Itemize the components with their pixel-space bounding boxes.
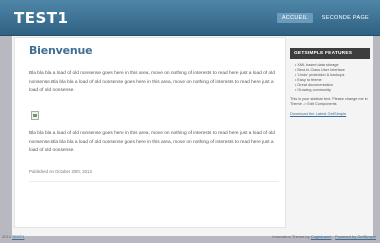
content-paragraph: Bla bla bla a load of old nonsense goes … <box>29 131 275 153</box>
footer-copyright: 2014 TEST1 <box>2 234 24 239</box>
cagintranet-link[interactable]: Cagintranet <box>311 234 332 239</box>
feature-list: XML based data storage Best-in-Class Use… <box>295 63 370 93</box>
site-title[interactable]: TEST1 <box>14 9 68 27</box>
divider <box>29 181 279 182</box>
site-header: TEST1 Accueil Seconde Page <box>0 0 380 36</box>
nav-item-accueil[interactable]: Accueil <box>276 13 313 23</box>
getsimple-link[interactable]: Powered by GetSimple <box>335 234 376 239</box>
main-content: Bienvenue Bla bla bla a load of old nons… <box>14 37 286 228</box>
sidebar-heading: GetSimple Features <box>290 48 370 59</box>
broken-image-icon <box>31 111 39 120</box>
list-item: Growing community <box>295 88 370 93</box>
credits-prefix: Innovation Theme by <box>272 234 310 239</box>
footer-credits: Innovation Theme by Cagintranet · Powere… <box>272 234 376 239</box>
published-date: Published on October 20th, 2013 <box>29 169 92 174</box>
page-wrapper: Bienvenue Bla bla bla a load of old nons… <box>12 36 373 236</box>
sidebar: GetSimple Features XML based data storag… <box>290 48 370 116</box>
nav-item-seconde-page[interactable]: Seconde Page <box>317 13 374 23</box>
footer-site-link[interactable]: TEST1 <box>12 234 24 239</box>
content-paragraph: Bla bla bla a load of old nonsense goes … <box>29 71 275 93</box>
page-title: Bienvenue <box>29 44 93 57</box>
download-link[interactable]: Download the Latest GetSimple <box>290 111 370 116</box>
copyright-year: 2014 <box>2 234 11 239</box>
sidebar-text: This is your sidebar text. Please change… <box>290 97 368 106</box>
main-nav: Accueil Seconde Page <box>276 13 374 23</box>
credits-separator: · <box>332 234 334 239</box>
